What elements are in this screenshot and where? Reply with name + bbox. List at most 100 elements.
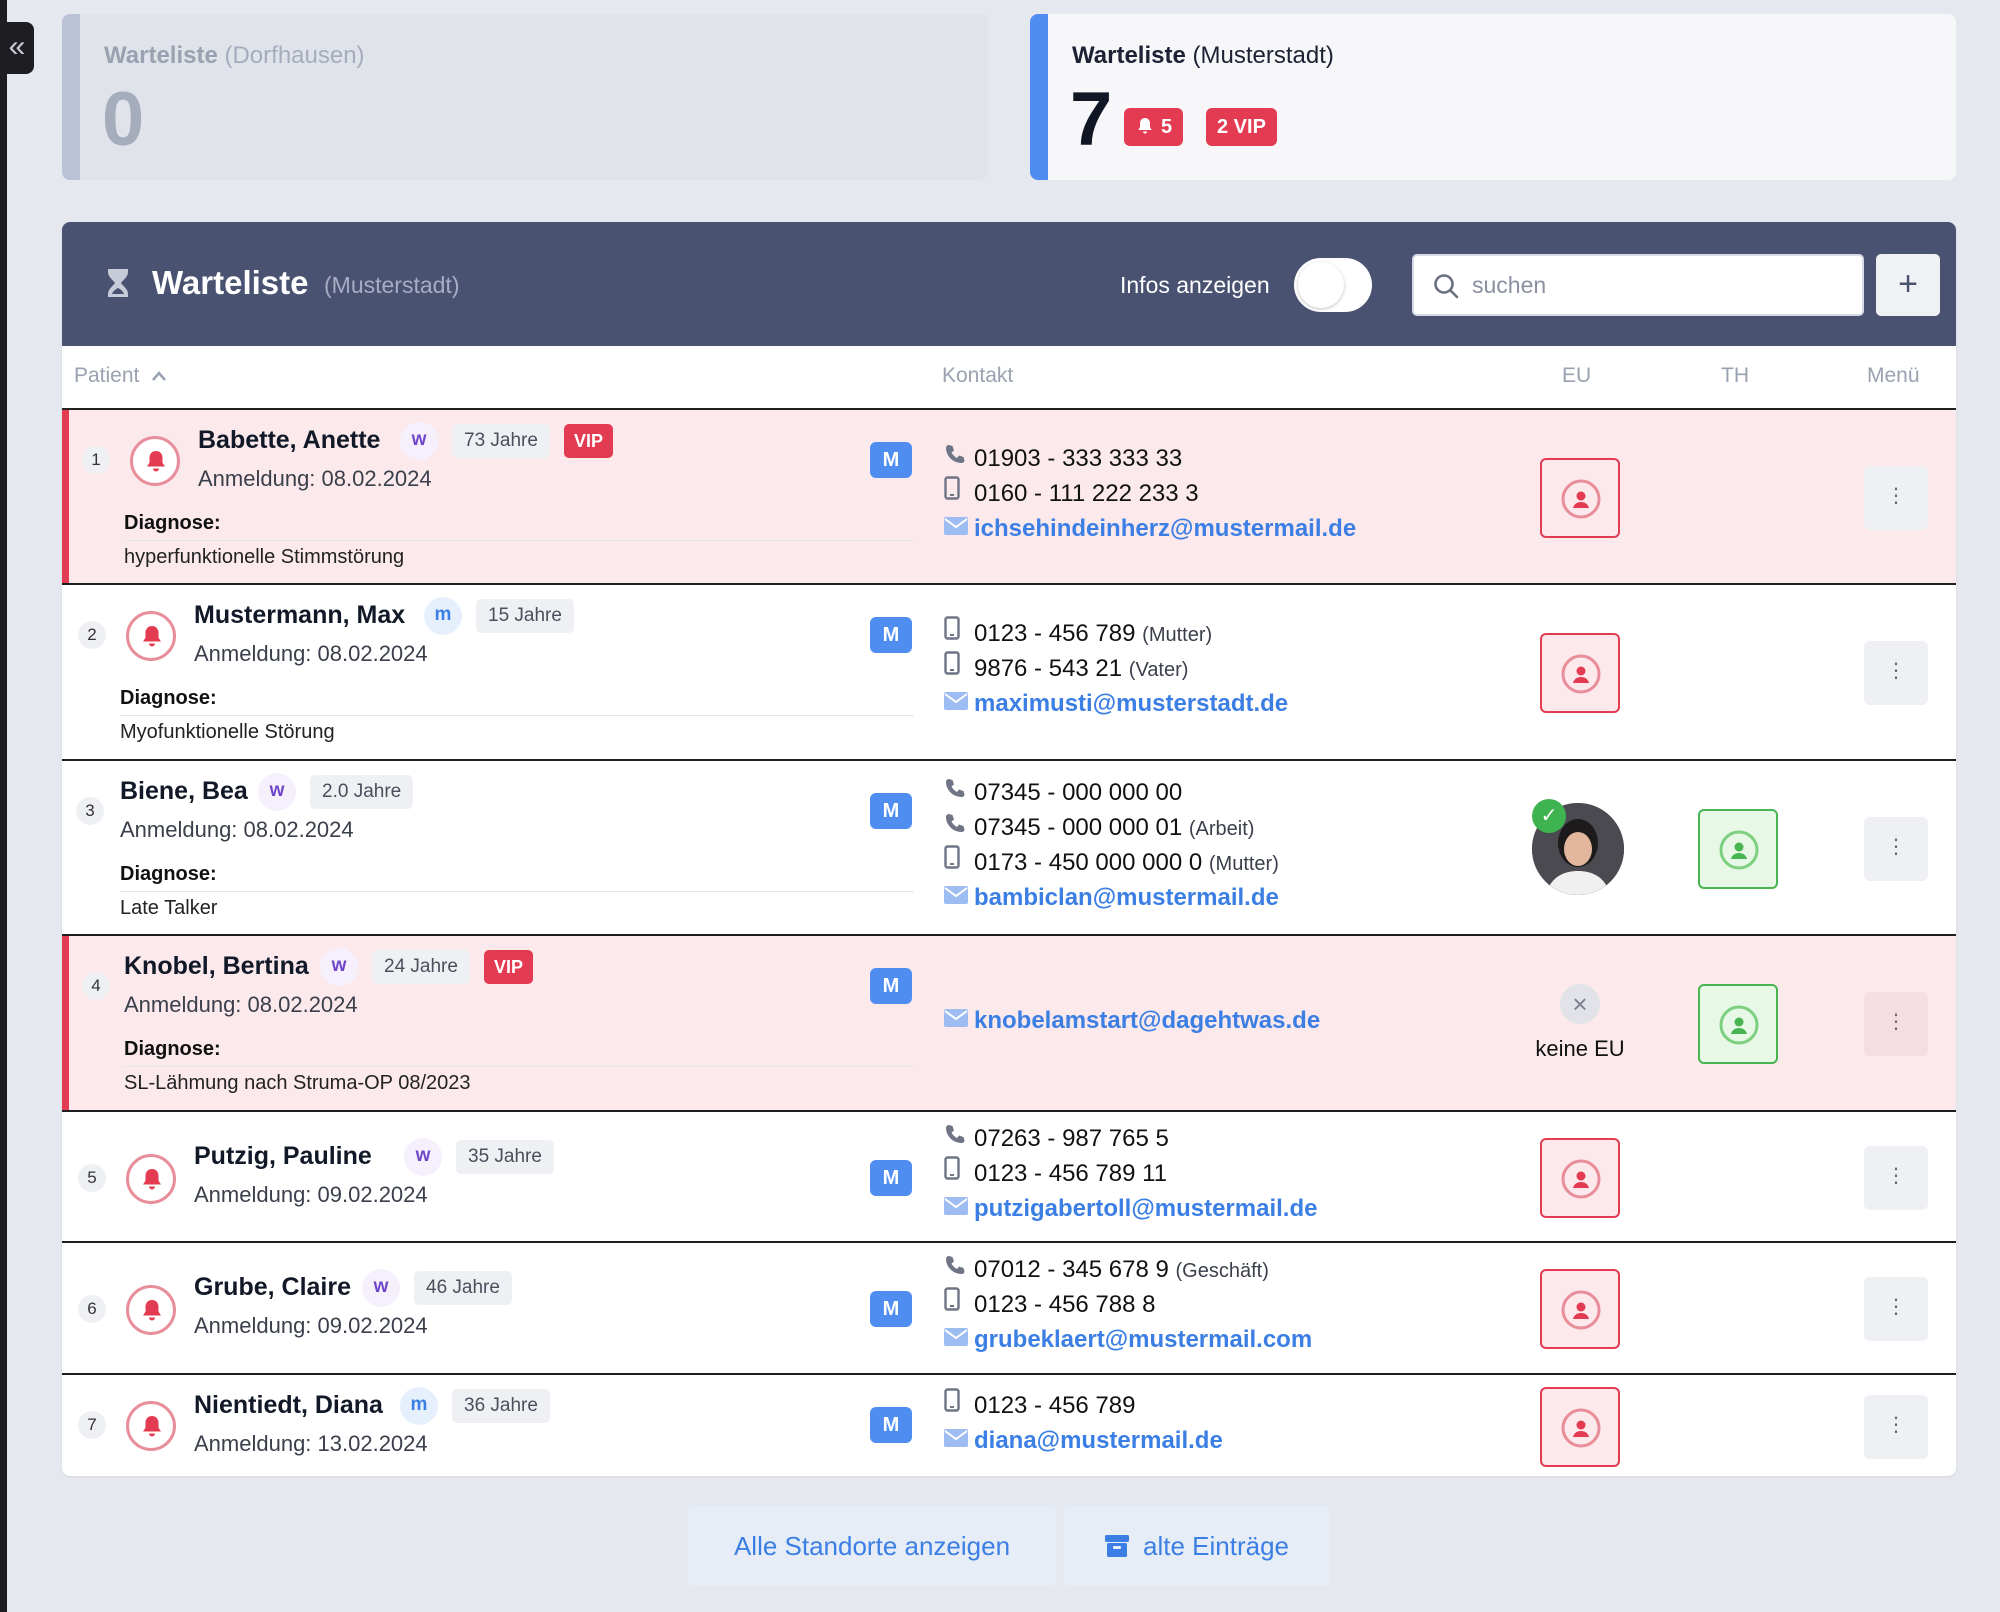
table-row[interactable]: 1 Babette, Anette w 73 Jahre VIP Anmeldu… [62, 410, 1956, 585]
contact-mobile[interactable]: 0123 - 456 788 8 [944, 1286, 1156, 1322]
eu-status-button[interactable] [1540, 1387, 1620, 1467]
row-menu-button[interactable]: ⋮ [1864, 466, 1928, 530]
mobile-phone-icon [944, 844, 960, 869]
reminder-bell-button[interactable] [126, 1401, 176, 1451]
age-badge: 2.0 Jahre [310, 775, 414, 809]
contact-email[interactable]: grubeklaert@mustermail.com [944, 1323, 1312, 1357]
contact-phone[interactable]: 07263 - 987 765 5 [944, 1122, 1169, 1156]
location-card-title: Warteliste (Dorfhausen) [104, 42, 365, 69]
age-badge: 24 Jahre [372, 950, 470, 984]
bell-icon [1138, 117, 1152, 134]
contact-phone[interactable]: 07012 - 345 678 9 (Geschäft) [944, 1253, 1269, 1287]
contact-email[interactable]: knobelamstart@dagehtwas.de [944, 1004, 1320, 1038]
contact-mobile[interactable]: 0160 - 111 222 233 3 [944, 475, 1199, 511]
m-badge[interactable]: M [870, 1291, 912, 1327]
m-badge[interactable]: M [870, 793, 912, 829]
m-badge[interactable]: M [870, 617, 912, 653]
vip-badge: VIP [564, 424, 614, 458]
contact-email[interactable]: diana@mustermail.de [944, 1424, 1223, 1458]
contact-phone[interactable]: 01903 - 333 333 33 [944, 442, 1182, 476]
row-menu-button[interactable]: ⋮ [1864, 1277, 1928, 1341]
app-sidebar-edge [0, 0, 7, 1612]
patient-name[interactable]: Biene, Bea [120, 777, 248, 806]
add-entry-button[interactable]: + [1876, 254, 1940, 316]
vip-indicator-bar [62, 936, 69, 1112]
user-circle-icon [1561, 1290, 1601, 1330]
row-menu-button[interactable]: ⋮ [1864, 817, 1928, 881]
contact-mobile[interactable]: 0123 - 456 789 (Mutter) [944, 615, 1212, 651]
column-header-patient[interactable]: Patient [74, 364, 167, 388]
contact-email[interactable]: putzigabertoll@mustermail.de [944, 1192, 1317, 1226]
no-eu-label: keine EU [1535, 1036, 1625, 1061]
envelope-icon [944, 691, 968, 710]
patient-name[interactable]: Mustermann, Max [194, 601, 405, 630]
m-badge[interactable]: M [870, 1160, 912, 1196]
patient-name[interactable]: Grube, Claire [194, 1273, 351, 1302]
row-menu-button[interactable]: ⋮ [1864, 992, 1928, 1056]
bell-icon [143, 626, 161, 647]
diagnosis-text: Myofunktionelle Störung [120, 721, 335, 743]
contact-mobile[interactable]: 0123 - 456 789 [944, 1387, 1135, 1423]
diagnosis-divider [120, 715, 914, 716]
contact-email[interactable]: ichsehindeinherz@mustermail.de [944, 512, 1356, 546]
phone-icon [946, 778, 965, 797]
reminder-bell-button[interactable] [126, 1154, 176, 1204]
table-row[interactable]: 2 Mustermann, Max m 15 Jahre Anmeldung: … [62, 585, 1956, 761]
waitlist-panel: Warteliste (Musterstadt) Infos anzeigen … [62, 222, 1956, 1476]
reminder-bell-button[interactable] [126, 1285, 176, 1335]
contact-phone[interactable]: 07345 - 000 000 00 [944, 776, 1182, 810]
bell-icon [143, 1416, 161, 1437]
table-row[interactable]: 5 Putzig, Pauline w 35 Jahre Anmeldung: … [62, 1112, 1956, 1243]
user-circle-icon [1561, 1408, 1601, 1448]
show-all-locations-button[interactable]: Alle Standorte anzeigen [688, 1506, 1056, 1586]
contact-phone[interactable]: 07345 - 000 000 01 (Arbeit) [944, 811, 1254, 845]
table-row[interactable]: 3 Biene, Bea w 2.0 Jahre Anmeldung: 08.0… [62, 761, 1956, 936]
table-row[interactable]: 4 Knobel, Bertina w 24 Jahre VIP Anmeldu… [62, 936, 1956, 1112]
reminder-bell-button[interactable] [126, 611, 176, 661]
phone-icon [946, 813, 965, 832]
m-badge[interactable]: M [870, 1407, 912, 1443]
age-badge: 46 Jahre [414, 1271, 512, 1305]
patient-name[interactable]: Knobel, Bertina [124, 952, 309, 981]
bell-icon [143, 1300, 161, 1321]
contact-mobile[interactable]: 0173 - 450 000 000 0 (Mutter) [944, 844, 1279, 880]
patient-name[interactable]: Nientiedt, Diana [194, 1391, 383, 1420]
eu-status-button[interactable] [1540, 458, 1620, 538]
table-row[interactable]: 7 Nientiedt, Diana m 36 Jahre Anmeldung:… [62, 1375, 1956, 1476]
eu-status-button[interactable] [1540, 1269, 1620, 1349]
contact-mobile[interactable]: 0123 - 456 789 11 [944, 1155, 1167, 1191]
row-menu-button[interactable]: ⋮ [1864, 641, 1928, 705]
hourglass-icon [108, 269, 128, 297]
search-input[interactable] [1472, 266, 1852, 304]
table-row[interactable]: 6 Grube, Claire w 46 Jahre Anmeldung: 09… [62, 1243, 1956, 1375]
m-badge[interactable]: M [870, 442, 912, 478]
patient-name[interactable]: Putzig, Pauline [194, 1142, 372, 1171]
contact-mobile[interactable]: 9876 - 543 21 (Vater) [944, 650, 1188, 686]
location-card-dorfhausen[interactable]: Warteliste (Dorfhausen) 0 [62, 14, 988, 180]
contact-email[interactable]: maximusti@musterstadt.de [944, 687, 1288, 721]
location-card-musterstadt[interactable]: Warteliste (Musterstadt) 7 5 2 VIP [1030, 14, 1956, 180]
m-badge[interactable]: M [870, 968, 912, 1004]
user-circle-icon [1561, 479, 1601, 519]
th-status-button[interactable] [1698, 984, 1778, 1064]
mobile-phone-icon [944, 650, 960, 675]
diagnosis-text: hyperfunktionelle Stimmstörung [124, 546, 405, 568]
search-box[interactable] [1412, 254, 1864, 316]
bell-icon [143, 1169, 161, 1190]
row-menu-button[interactable]: ⋮ [1864, 1395, 1928, 1459]
row-menu-button[interactable]: ⋮ [1864, 1146, 1928, 1210]
old-entries-button[interactable]: alte Einträge [1064, 1506, 1330, 1586]
eu-status-button[interactable] [1540, 633, 1620, 713]
eu-status-button[interactable] [1540, 1138, 1620, 1218]
contact-email[interactable]: bambiclan@mustermail.de [944, 881, 1279, 915]
registration-date: Anmeldung: 13.02.2024 [194, 1431, 428, 1456]
phone-icon [946, 1255, 965, 1274]
column-header-eu: EU [1562, 364, 1592, 387]
double-chevron-left-icon[interactable]: « [0, 22, 34, 74]
reminder-bell-button[interactable] [130, 436, 180, 486]
th-status-button[interactable] [1698, 809, 1778, 889]
patient-name[interactable]: Babette, Anette [198, 426, 380, 455]
envelope-icon [944, 885, 968, 904]
user-circle-icon [1561, 654, 1601, 694]
infos-toggle[interactable] [1294, 258, 1372, 312]
